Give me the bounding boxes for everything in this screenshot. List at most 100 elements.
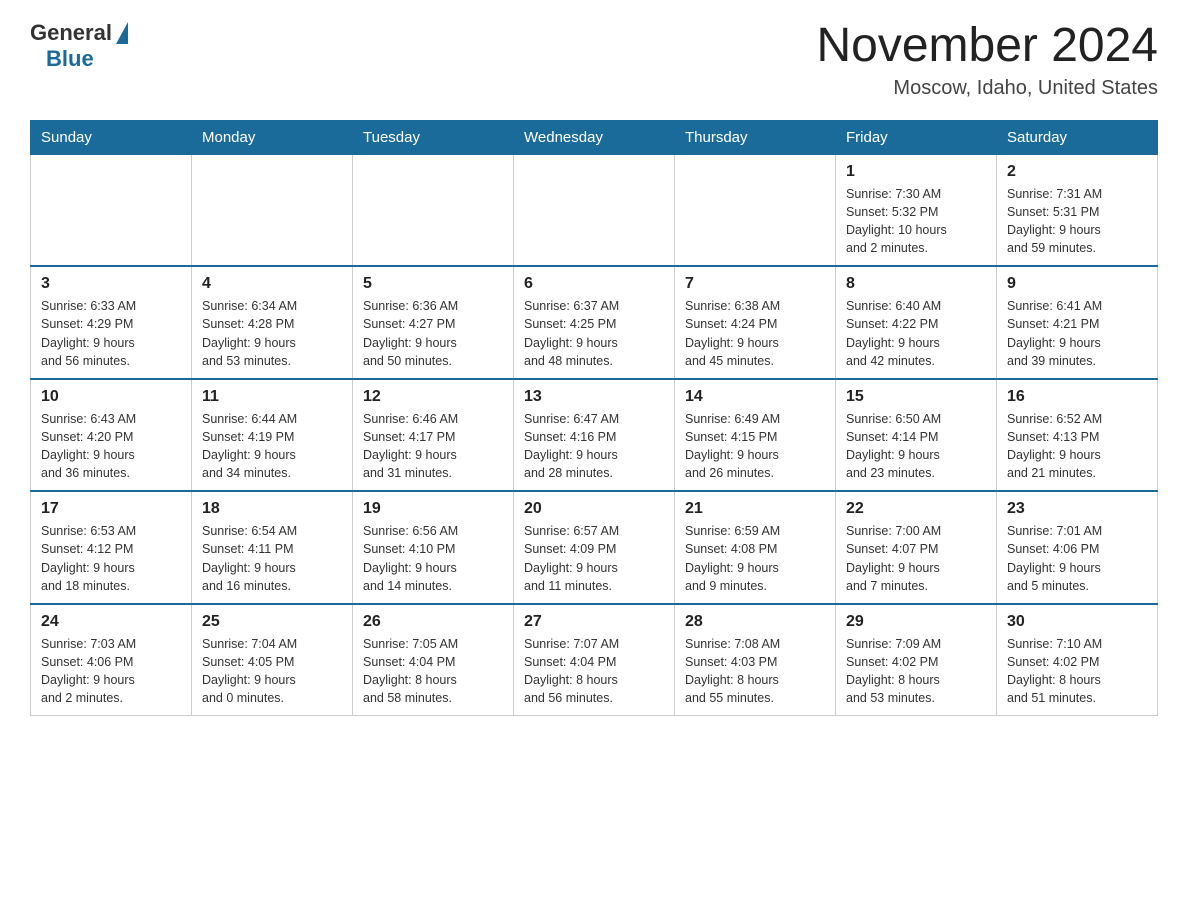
day-number: 28 bbox=[685, 613, 825, 631]
day-info: Sunrise: 6:49 AM Sunset: 4:15 PM Dayligh… bbox=[685, 410, 825, 483]
day-info: Sunrise: 7:04 AM Sunset: 4:05 PM Dayligh… bbox=[202, 635, 342, 708]
day-number: 25 bbox=[202, 613, 342, 631]
calendar-week-row: 3Sunrise: 6:33 AM Sunset: 4:29 PM Daylig… bbox=[31, 266, 1158, 379]
table-row: 8 Sunrise: 6:40 AM Sunset: 4:22 PM Daylig… bbox=[836, 266, 997, 379]
title-section: November 2024 Moscow, Idaho, United Stat… bbox=[816, 20, 1158, 100]
table-row: 22Sunrise: 7:00 AM Sunset: 4:07 PM Dayli… bbox=[836, 491, 997, 604]
logo: General Blue bbox=[30, 20, 128, 72]
day-info: Sunrise: 6:50 AM Sunset: 4:14 PM Dayligh… bbox=[846, 410, 986, 483]
day-info: Sunrise: 7:05 AM Sunset: 4:04 PM Dayligh… bbox=[363, 635, 503, 708]
table-row: 9 Sunrise: 6:41 AM Sunset: 4:21 PM Daylig… bbox=[997, 266, 1158, 379]
table-row: 10Sunrise: 6:43 AM Sunset: 4:20 PM Dayli… bbox=[31, 379, 192, 492]
day-number: 29 bbox=[846, 613, 986, 631]
day-number: 6 bbox=[524, 275, 664, 293]
day-info: Sunrise: 6:47 AM Sunset: 4:16 PM Dayligh… bbox=[524, 410, 664, 483]
day-number: 11 bbox=[202, 388, 342, 406]
day-number: 5 bbox=[363, 275, 503, 293]
day-number: 24 bbox=[41, 613, 181, 631]
day-info: Sunrise: 6:56 AM Sunset: 4:10 PM Dayligh… bbox=[363, 522, 503, 595]
table-row: 30 Sunrise: 7:10 AM Sunset: 4:02 PM Dayli… bbox=[997, 604, 1158, 716]
calendar-table: Sunday Monday Tuesday Wednesday Thursday… bbox=[30, 120, 1158, 717]
header-wednesday: Wednesday bbox=[514, 120, 675, 154]
day-info: Sunrise: 7:07 AM Sunset: 4:04 PM Dayligh… bbox=[524, 635, 664, 708]
day-info: Sunrise: 6:40 AM Sunset: 4:22 PM Dayligh… bbox=[846, 297, 986, 370]
table-row: 6 Sunrise: 6:37 AM Sunset: 4:25 PM Daylig… bbox=[514, 266, 675, 379]
table-row: 21Sunrise: 6:59 AM Sunset: 4:08 PM Dayli… bbox=[675, 491, 836, 604]
day-info: Sunrise: 6:59 AM Sunset: 4:08 PM Dayligh… bbox=[685, 522, 825, 595]
day-info: Sunrise: 6:57 AM Sunset: 4:09 PM Dayligh… bbox=[524, 522, 664, 595]
location-subtitle: Moscow, Idaho, United States bbox=[816, 77, 1158, 100]
day-number: 23 bbox=[1007, 500, 1147, 518]
day-info: Sunrise: 6:46 AM Sunset: 4:17 PM Dayligh… bbox=[363, 410, 503, 483]
day-info: Sunrise: 6:41 AM Sunset: 4:21 PM Dayligh… bbox=[1007, 297, 1147, 370]
table-row bbox=[353, 154, 514, 266]
day-info: Sunrise: 7:09 AM Sunset: 4:02 PM Dayligh… bbox=[846, 635, 986, 708]
table-row: 18 Sunrise: 6:54 AM Sunset: 4:11 PM Dayli… bbox=[192, 491, 353, 604]
header-tuesday: Tuesday bbox=[353, 120, 514, 154]
table-row: 23 Sunrise: 7:01 AM Sunset: 4:06 PM Dayli… bbox=[997, 491, 1158, 604]
page-header: General Blue November 2024 Moscow, Idaho… bbox=[30, 20, 1158, 100]
day-number: 14 bbox=[685, 388, 825, 406]
day-number: 18 bbox=[202, 500, 342, 518]
table-row bbox=[514, 154, 675, 266]
day-info: Sunrise: 6:34 AM Sunset: 4:28 PM Dayligh… bbox=[202, 297, 342, 370]
day-number: 20 bbox=[524, 500, 664, 518]
table-row: 28 Sunrise: 7:08 AM Sunset: 4:03 PM Dayli… bbox=[675, 604, 836, 716]
day-number: 27 bbox=[524, 613, 664, 631]
calendar-week-row: 1 Sunrise: 7:30 AM Sunset: 5:32 PM Daylig… bbox=[31, 154, 1158, 266]
table-row bbox=[675, 154, 836, 266]
table-row: 15 Sunrise: 6:50 AM Sunset: 4:14 PM Dayli… bbox=[836, 379, 997, 492]
table-row: 25 Sunrise: 7:04 AM Sunset: 4:05 PM Dayli… bbox=[192, 604, 353, 716]
day-number: 1 bbox=[846, 163, 986, 181]
table-row: 13 Sunrise: 6:47 AM Sunset: 4:16 PM Dayli… bbox=[514, 379, 675, 492]
table-row: 7 Sunrise: 6:38 AM Sunset: 4:24 PM Daylig… bbox=[675, 266, 836, 379]
day-info: Sunrise: 6:33 AM Sunset: 4:29 PM Dayligh… bbox=[41, 297, 181, 370]
day-number: 7 bbox=[685, 275, 825, 293]
day-info: Sunrise: 7:08 AM Sunset: 4:03 PM Dayligh… bbox=[685, 635, 825, 708]
day-number: 19 bbox=[363, 500, 503, 518]
header-thursday: Thursday bbox=[675, 120, 836, 154]
calendar-week-row: 24Sunrise: 7:03 AM Sunset: 4:06 PM Dayli… bbox=[31, 604, 1158, 716]
month-year-title: November 2024 bbox=[816, 20, 1158, 73]
day-info: Sunrise: 6:53 AM Sunset: 4:12 PM Dayligh… bbox=[41, 522, 181, 595]
table-row: 3Sunrise: 6:33 AM Sunset: 4:29 PM Daylig… bbox=[31, 266, 192, 379]
header-sunday: Sunday bbox=[31, 120, 192, 154]
day-info: Sunrise: 7:30 AM Sunset: 5:32 PM Dayligh… bbox=[846, 185, 986, 258]
day-info: Sunrise: 6:44 AM Sunset: 4:19 PM Dayligh… bbox=[202, 410, 342, 483]
day-info: Sunrise: 6:37 AM Sunset: 4:25 PM Dayligh… bbox=[524, 297, 664, 370]
table-row: 16 Sunrise: 6:52 AM Sunset: 4:13 PM Dayli… bbox=[997, 379, 1158, 492]
day-info: Sunrise: 7:10 AM Sunset: 4:02 PM Dayligh… bbox=[1007, 635, 1147, 708]
day-info: Sunrise: 6:38 AM Sunset: 4:24 PM Dayligh… bbox=[685, 297, 825, 370]
day-number: 4 bbox=[202, 275, 342, 293]
day-number: 12 bbox=[363, 388, 503, 406]
header-friday: Friday bbox=[836, 120, 997, 154]
table-row: 14 Sunrise: 6:49 AM Sunset: 4:15 PM Dayli… bbox=[675, 379, 836, 492]
header-saturday: Saturday bbox=[997, 120, 1158, 154]
table-row: 2 Sunrise: 7:31 AM Sunset: 5:31 PM Daylig… bbox=[997, 154, 1158, 266]
table-row: 19 Sunrise: 6:56 AM Sunset: 4:10 PM Dayli… bbox=[353, 491, 514, 604]
table-row: 4 Sunrise: 6:34 AM Sunset: 4:28 PM Daylig… bbox=[192, 266, 353, 379]
day-number: 8 bbox=[846, 275, 986, 293]
day-info: Sunrise: 7:00 AM Sunset: 4:07 PM Dayligh… bbox=[846, 522, 986, 595]
day-info: Sunrise: 6:54 AM Sunset: 4:11 PM Dayligh… bbox=[202, 522, 342, 595]
table-row: 5Sunrise: 6:36 AM Sunset: 4:27 PM Daylig… bbox=[353, 266, 514, 379]
day-info: Sunrise: 7:01 AM Sunset: 4:06 PM Dayligh… bbox=[1007, 522, 1147, 595]
logo-triangle-icon bbox=[116, 22, 128, 44]
table-row bbox=[192, 154, 353, 266]
day-number: 13 bbox=[524, 388, 664, 406]
day-number: 2 bbox=[1007, 163, 1147, 181]
table-row: 24Sunrise: 7:03 AM Sunset: 4:06 PM Dayli… bbox=[31, 604, 192, 716]
logo-blue-text: Blue bbox=[46, 46, 94, 72]
table-row: 26Sunrise: 7:05 AM Sunset: 4:04 PM Dayli… bbox=[353, 604, 514, 716]
day-number: 9 bbox=[1007, 275, 1147, 293]
table-row: 29 Sunrise: 7:09 AM Sunset: 4:02 PM Dayli… bbox=[836, 604, 997, 716]
calendar-week-row: 17 Sunrise: 6:53 AM Sunset: 4:12 PM Dayli… bbox=[31, 491, 1158, 604]
day-number: 17 bbox=[41, 500, 181, 518]
day-number: 30 bbox=[1007, 613, 1147, 631]
day-info: Sunrise: 6:52 AM Sunset: 4:13 PM Dayligh… bbox=[1007, 410, 1147, 483]
day-number: 15 bbox=[846, 388, 986, 406]
day-info: Sunrise: 7:31 AM Sunset: 5:31 PM Dayligh… bbox=[1007, 185, 1147, 258]
table-row: 17 Sunrise: 6:53 AM Sunset: 4:12 PM Dayli… bbox=[31, 491, 192, 604]
day-number: 16 bbox=[1007, 388, 1147, 406]
table-row: 20 Sunrise: 6:57 AM Sunset: 4:09 PM Dayli… bbox=[514, 491, 675, 604]
